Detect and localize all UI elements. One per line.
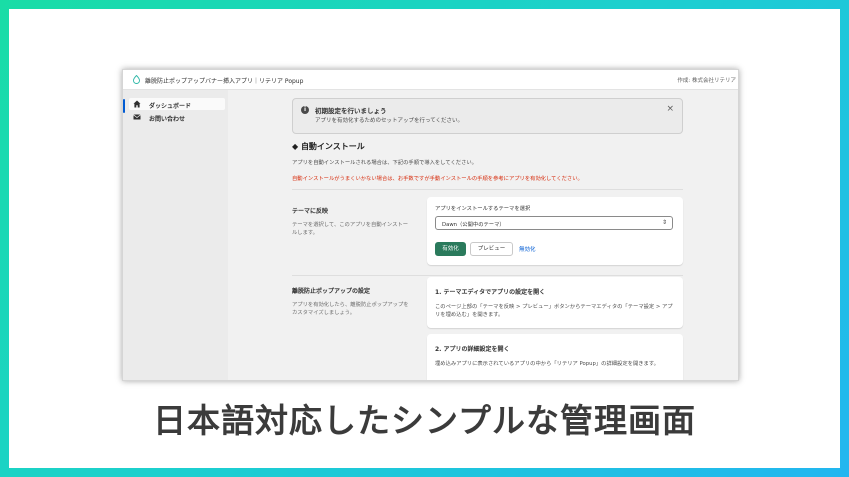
sidebar-item-dashboard[interactable]: ダッシュボード (129, 98, 225, 110)
select-arrows-icon: ⇕ (661, 219, 667, 226)
step-card: 1. テーマエディタでアプリの設定を開く このページ上部の「テーマを反映 > プ… (427, 277, 683, 328)
banner-description: アプリを有効化するためのセットアップを行ってください。 (315, 118, 464, 124)
popup-section-description: アプリを有効化したら、離脱防止ポップアップをカスタマイズしましょう。 (292, 302, 409, 316)
author-label: 作成: 株式会社リテリア (677, 78, 736, 84)
theme-select-value: Dawn（公開中のテーマ） (442, 222, 505, 228)
sidebar: ダッシュボード お問い合わせ (123, 90, 228, 380)
setup-banner: i 初期設定を行いましょう アプリを有効化するためのセットアップを行ってください… (292, 98, 683, 134)
step-description: 埋め込みアプリに表示されているアプリの中から「リテリア Popup」の詳細設定を… (435, 361, 659, 367)
app-logo-icon (133, 75, 140, 84)
preview-button[interactable]: プレビュー (470, 242, 513, 256)
step-title: 1. テーマエディタでアプリの設定を開く (435, 289, 546, 296)
close-icon[interactable]: × (666, 105, 674, 114)
section-divider (292, 189, 683, 190)
admin-screenshot: 離脱防止ポップアップバナー挿入アプリ｜リテリア Popup 作成: 株式会社リテ… (122, 69, 739, 381)
info-icon: i (301, 106, 309, 114)
section-divider (292, 275, 683, 276)
auto-install-heading: ◆ 自動インストール (292, 142, 365, 151)
theme-card: アプリをインストールするテーマを選択 Dawn（公開中のテーマ） ⇕ 有効化 プ… (427, 197, 683, 265)
sidebar-item-contact[interactable]: お問い合わせ (129, 111, 225, 123)
auto-install-warning: 自動インストールがうまくいかない場合は、お手数ですが手動インストールの手順を参考… (292, 176, 583, 182)
main-content: i 初期設定を行いましょう アプリを有効化するためのセットアップを行ってください… (228, 90, 738, 380)
home-icon (133, 100, 141, 108)
active-indicator (123, 99, 125, 113)
mail-icon (133, 114, 141, 120)
theme-select[interactable]: Dawn（公開中のテーマ） ⇕ (435, 216, 673, 230)
step-title: 2. アプリの詳細設定を開く (435, 346, 510, 353)
disable-link[interactable]: 無効化 (519, 245, 536, 253)
step-card: 2. アプリの詳細設定を開く 埋め込みアプリに表示されているアプリの中から「リテ… (427, 334, 683, 380)
sidebar-item-label: ダッシュボード (149, 102, 192, 110)
enable-button[interactable]: 有効化 (435, 242, 466, 256)
popup-section-title: 離脱防止ポップアップの設定 (292, 288, 371, 295)
app-title: 離脱防止ポップアップバナー挿入アプリ｜リテリア Popup (145, 78, 304, 85)
banner-title: 初期設定を行いましょう (315, 107, 387, 115)
auto-install-description: アプリを自動インストールされる場合は、下記の手順で導入をしてください。 (292, 160, 477, 166)
theme-section-title: テーマに反映 (292, 208, 329, 215)
theme-select-label: アプリをインストールするテーマを選択 (435, 206, 531, 212)
app-header: 離脱防止ポップアップバナー挿入アプリ｜リテリア Popup 作成: 株式会社リテ… (123, 70, 738, 90)
step-description: このページ上部の「テーマを反映 > プレビュー」ボタンからテーマエディタの「テー… (435, 304, 673, 318)
sidebar-item-label: お問い合わせ (149, 115, 186, 123)
theme-section-description: テーマを選択して、このアプリを自動インストールします。 (292, 222, 409, 236)
caption: 日本語対応したシンプルな管理画面 (152, 401, 696, 440)
